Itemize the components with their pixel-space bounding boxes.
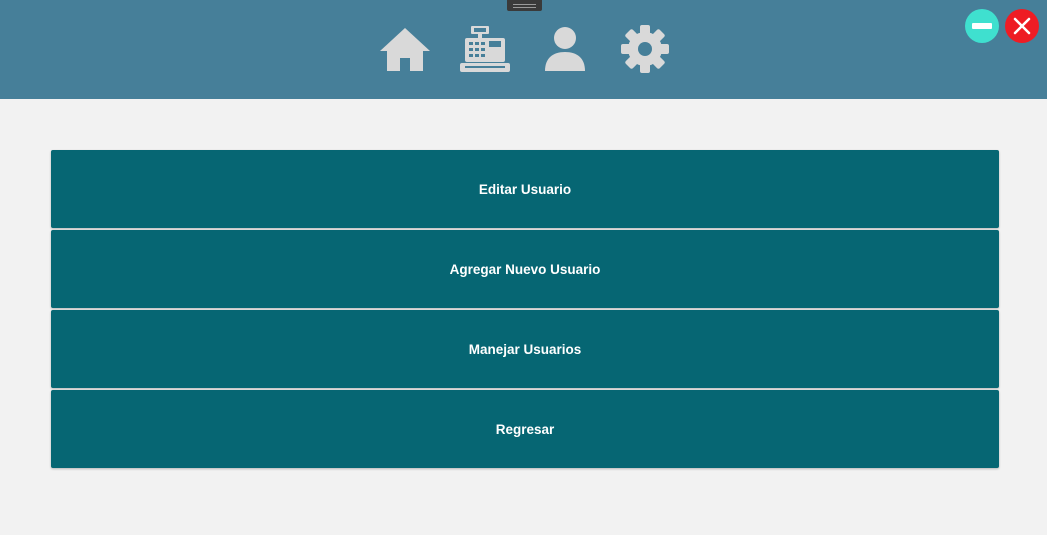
gear-icon[interactable] <box>619 24 671 74</box>
add-new-user-button[interactable]: Agregar Nuevo Usuario <box>51 230 999 308</box>
minimize-icon <box>972 23 992 29</box>
cash-register-icon[interactable] <box>459 24 511 74</box>
close-icon <box>1013 17 1031 35</box>
home-icon[interactable] <box>379 24 431 74</box>
top-bar <box>0 0 1047 99</box>
user-icon[interactable] <box>539 24 591 74</box>
close-button[interactable] <box>1005 9 1039 43</box>
manage-users-button[interactable]: Manejar Usuarios <box>51 310 999 388</box>
back-button[interactable]: Regresar <box>51 390 999 468</box>
minimize-button[interactable] <box>965 9 999 43</box>
drag-handle[interactable] <box>507 0 542 11</box>
edit-user-button[interactable]: Editar Usuario <box>51 150 999 228</box>
